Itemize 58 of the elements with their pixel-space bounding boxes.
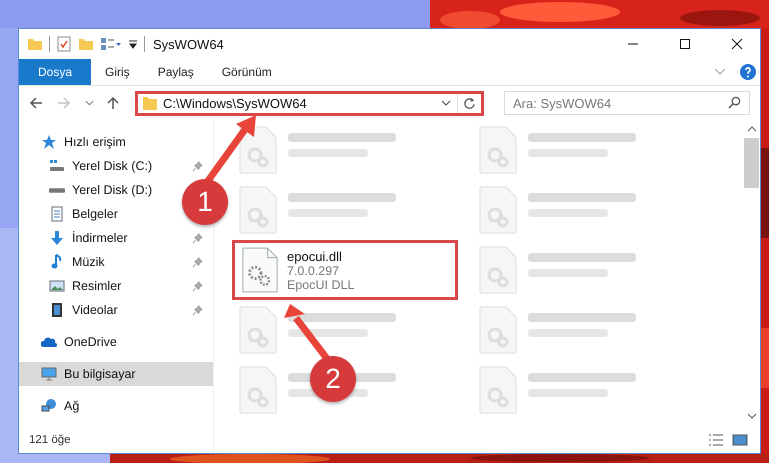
ribbon-tab[interactable]: Görünüm <box>208 59 286 85</box>
back-arrow-icon[interactable] <box>29 96 43 110</box>
chevron-icon[interactable] <box>714 68 726 76</box>
up-arrow-icon[interactable] <box>106 96 120 110</box>
pin-icon[interactable] <box>192 160 203 172</box>
maximize-icon[interactable] <box>679 38 691 50</box>
dll-file-icon <box>241 246 279 294</box>
sidebar-item[interactable]: Videolar <box>19 298 213 322</box>
recent-dropdown-icon[interactable] <box>85 100 94 106</box>
file-name: epocui.dll <box>287 248 343 264</box>
properties-icon[interactable] <box>56 36 72 52</box>
sidebar-item[interactable]: Yerel Disk (D:) <box>19 178 156 202</box>
item-count: 121 öğe <box>28 433 72 448</box>
monitor-icon <box>41 366 57 382</box>
scrollbar-thumb[interactable] <box>744 138 759 188</box>
scroll-down-icon[interactable] <box>746 413 756 419</box>
search-field[interactable]: Ara: SysWOW64 <box>504 91 750 115</box>
close-icon[interactable] <box>731 38 743 50</box>
drive-icon <box>49 158 65 174</box>
ribbon-tab[interactable]: Dosya <box>19 59 92 85</box>
picture-icon <box>49 278 65 294</box>
sidebar-item[interactable]: Ağ <box>19 394 213 418</box>
refresh-icon[interactable] <box>463 96 476 110</box>
file-item[interactable]: epocui.dll 7.0.0.297 EpocUI DLL <box>232 240 458 300</box>
large-icons-view-icon[interactable] <box>732 433 748 447</box>
address-bar[interactable]: C:\Windows\SysWOW64 <box>135 90 484 116</box>
ribbon-tab[interactable]: Giriş <box>91 59 144 85</box>
download-arrow-icon <box>49 230 65 246</box>
window-title: SysWOW64 <box>153 36 224 52</box>
details-view-icon[interactable] <box>708 433 724 447</box>
sidebar-item[interactable]: Belgeler <box>19 202 122 226</box>
view-options-icon[interactable] <box>100 36 122 52</box>
pin-icon[interactable] <box>192 256 203 268</box>
sidebar-item[interactable]: Resimler <box>19 274 213 298</box>
scroll-up-icon[interactable] <box>746 126 756 132</box>
star-icon <box>41 134 57 150</box>
address-path: C:\Windows\SysWOW64 <box>163 96 308 110</box>
pin-icon[interactable] <box>192 232 203 244</box>
help-icon[interactable] <box>740 64 756 80</box>
ribbon-tab[interactable]: Paylaş <box>144 59 208 85</box>
network-icon <box>41 398 57 414</box>
film-icon <box>49 302 65 318</box>
sidebar-item[interactable]: Yerel Disk (C:) <box>19 154 213 178</box>
search-icon <box>728 96 741 109</box>
customize-dropdown-icon[interactable] <box>128 39 138 49</box>
sidebar-item[interactable]: Müzik <box>19 250 213 274</box>
drive-icon <box>49 188 65 192</box>
dropdown-icon[interactable] <box>441 100 451 106</box>
sidebar-item[interactable]: İndirmeler <box>19 226 213 250</box>
document-icon <box>49 206 65 222</box>
sidebar-item[interactable]: Bu bilgisayar <box>19 362 213 386</box>
file-detail: EpocUI DLL <box>287 278 354 292</box>
pin-icon[interactable] <box>192 280 203 292</box>
folder-icon <box>142 95 158 111</box>
sidebar-item[interactable]: OneDrive <box>19 330 213 354</box>
sidebar-item[interactable]: Hızlı erişim <box>19 130 213 154</box>
file-detail: 7.0.0.297 <box>287 264 340 278</box>
pin-icon[interactable] <box>192 304 203 316</box>
